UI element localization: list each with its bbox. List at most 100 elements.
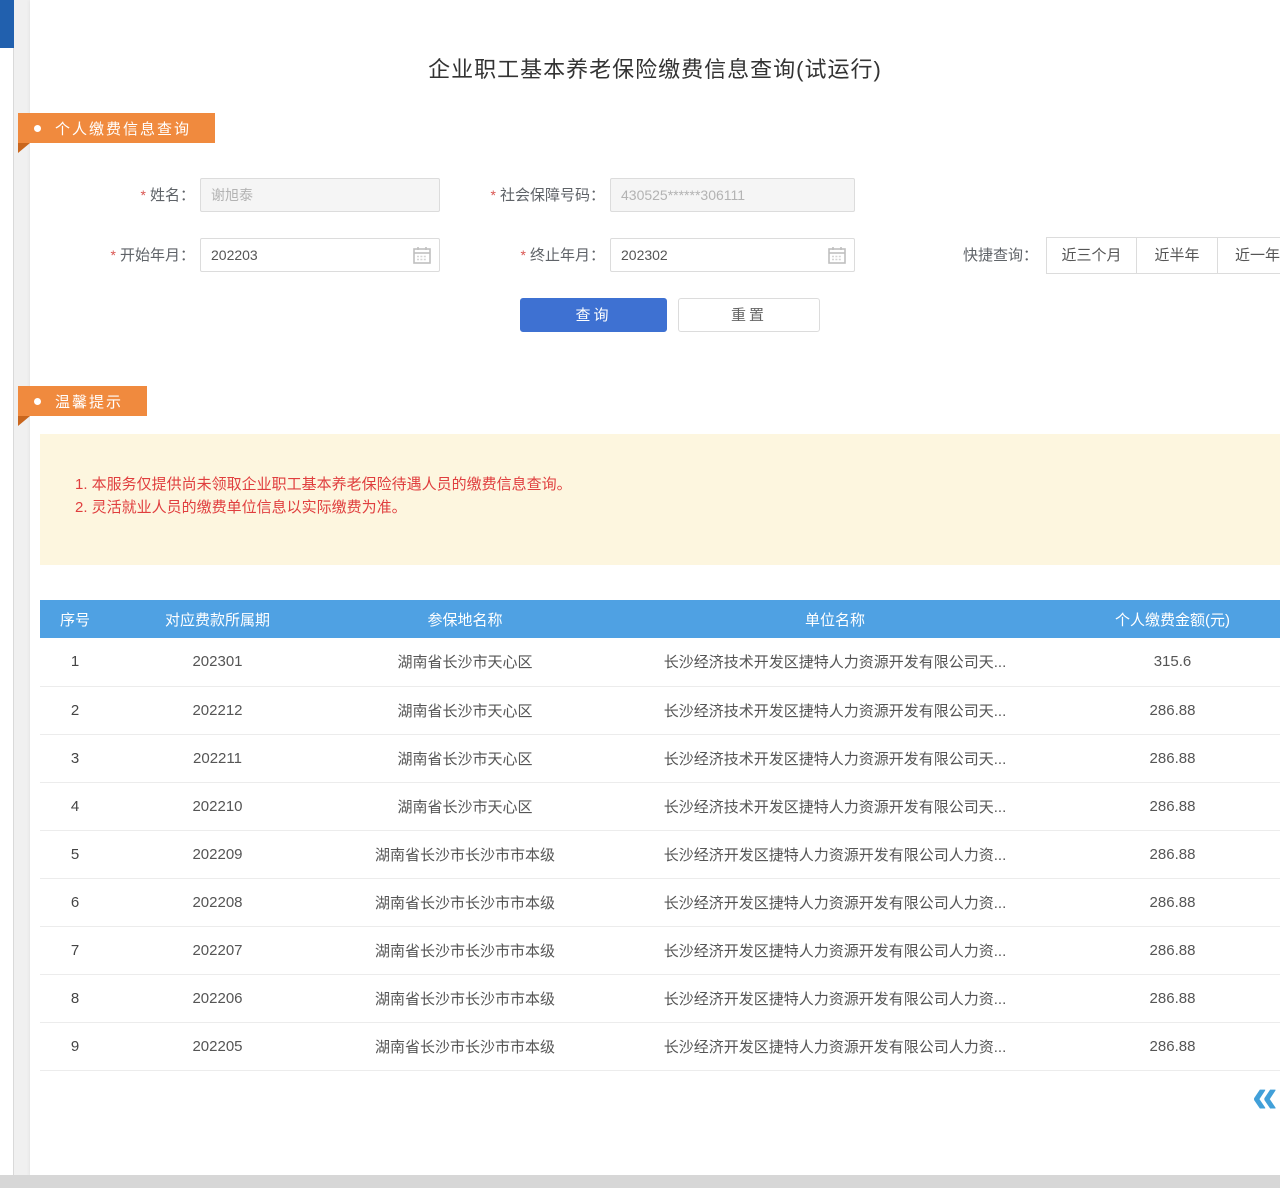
bottom-strip — [0, 1175, 1280, 1188]
header-seq: 序号 — [40, 600, 110, 638]
table-body: 1 202301 湖南省长沙市天心区 长沙经济技术开发区捷特人力资源开发有限公司… — [40, 638, 1280, 1070]
cell-fee-period: 202205 — [110, 1022, 325, 1070]
cell-personal-amount: 315.6 — [1065, 638, 1280, 686]
section-badge-label: 温馨提示 — [55, 391, 123, 412]
cell-personal-amount: 286.88 — [1065, 974, 1280, 1022]
cell-fee-period: 202210 — [110, 782, 325, 830]
table-row: 1 202301 湖南省长沙市天心区 长沙经济技术开发区捷特人力资源开发有限公司… — [40, 638, 1280, 686]
cell-fee-period: 202212 — [110, 686, 325, 734]
end-month-input[interactable] — [610, 238, 855, 272]
cell-personal-amount: 286.88 — [1065, 878, 1280, 926]
required-asterisk: * — [491, 187, 496, 203]
cell-unit-name: 长沙经济开发区捷特人力资源开发有限公司人力资... — [605, 926, 1065, 974]
name-input[interactable] — [200, 178, 440, 212]
cell-insured-place: 湖南省长沙市长沙市市本级 — [325, 926, 605, 974]
page: 企业职工基本养老保险缴费信息查询(试运行) 个人缴费信息查询 *姓名： *社会保… — [0, 0, 1280, 1188]
cell-unit-name: 长沙经济开发区捷特人力资源开发有限公司人力资... — [605, 1022, 1065, 1070]
cell-fee-period: 202209 — [110, 830, 325, 878]
start-month-label: *开始年月： — [90, 238, 195, 272]
main-panel: 企业职工基本养老保险缴费信息查询(试运行) 个人缴费信息查询 *姓名： *社会保… — [30, 0, 1280, 1176]
cell-insured-place: 湖南省长沙市天心区 — [325, 638, 605, 686]
reset-button[interactable]: 重置 — [678, 298, 820, 332]
start-month-field — [200, 238, 440, 272]
cell-unit-name: 长沙经济开发区捷特人力资源开发有限公司人力资... — [605, 830, 1065, 878]
table-row: 7 202207 湖南省长沙市长沙市市本级 长沙经济开发区捷特人力资源开发有限公… — [40, 926, 1280, 974]
cell-insured-place: 湖南省长沙市长沙市市本级 — [325, 878, 605, 926]
header-personal-amount: 个人缴费金额(元) — [1065, 600, 1280, 638]
cell-fee-period: 202207 — [110, 926, 325, 974]
notice-line-1: 1. 本服务仅提供尚未领取企业职工基本养老保险待遇人员的缴费信息查询。 — [75, 473, 1280, 496]
cell-fee-period: 202301 — [110, 638, 325, 686]
cell-personal-amount: 286.88 — [1065, 1022, 1280, 1070]
cell-fee-period: 202211 — [110, 734, 325, 782]
cell-seq: 5 — [40, 830, 110, 878]
cell-insured-place: 湖南省长沙市天心区 — [325, 734, 605, 782]
end-month-label: *终止年月： — [500, 238, 605, 272]
header-fee-period: 对应费款所属期 — [110, 600, 325, 638]
cell-personal-amount: 286.88 — [1065, 782, 1280, 830]
section-badge-label: 个人缴费信息查询 — [55, 118, 191, 139]
cell-insured-place: 湖南省长沙市天心区 — [325, 782, 605, 830]
cell-insured-place: 湖南省长沙市长沙市市本级 — [325, 974, 605, 1022]
required-asterisk: * — [141, 187, 146, 203]
table-row: 6 202208 湖南省长沙市长沙市市本级 长沙经济开发区捷特人力资源开发有限公… — [40, 878, 1280, 926]
collapse-chevron-icon[interactable]: « — [1252, 1071, 1278, 1119]
cell-seq: 6 — [40, 878, 110, 926]
badge-fold-decoration — [18, 416, 30, 426]
section-badge-personal-query: 个人缴费信息查询 — [18, 113, 215, 143]
quick-query-label: 快捷查询： — [930, 238, 1038, 274]
cell-insured-place: 湖南省长沙市天心区 — [325, 686, 605, 734]
left-sidebar — [0, 0, 14, 1182]
ssn-input[interactable] — [610, 178, 855, 212]
start-month-input[interactable] — [200, 238, 440, 272]
required-asterisk: * — [521, 247, 526, 263]
table-row: 4 202210 湖南省长沙市天心区 长沙经济技术开发区捷特人力资源开发有限公司… — [40, 782, 1280, 830]
cell-seq: 2 — [40, 686, 110, 734]
end-month-field — [610, 238, 855, 272]
sidebar-blue-block — [0, 0, 14, 48]
required-asterisk: * — [111, 247, 116, 263]
cell-unit-name: 长沙经济技术开发区捷特人力资源开发有限公司天... — [605, 734, 1065, 782]
table-row: 2 202212 湖南省长沙市天心区 长沙经济技术开发区捷特人力资源开发有限公司… — [40, 686, 1280, 734]
cell-personal-amount: 286.88 — [1065, 734, 1280, 782]
cell-insured-place: 湖南省长沙市长沙市市本级 — [325, 830, 605, 878]
quick-option-last-6-months[interactable]: 近半年 — [1136, 237, 1218, 274]
quick-option-last-year[interactable]: 近一年 — [1217, 237, 1280, 274]
bullet-icon — [34, 125, 41, 132]
badge-fold-decoration — [18, 143, 30, 153]
query-button[interactable]: 查询 — [520, 298, 667, 332]
cell-unit-name: 长沙经济技术开发区捷特人力资源开发有限公司天... — [605, 686, 1065, 734]
table-row: 8 202206 湖南省长沙市长沙市市本级 长沙经济开发区捷特人力资源开发有限公… — [40, 974, 1280, 1022]
cell-fee-period: 202206 — [110, 974, 325, 1022]
table-row: 3 202211 湖南省长沙市天心区 长沙经济技术开发区捷特人力资源开发有限公司… — [40, 734, 1280, 782]
cell-unit-name: 长沙经济技术开发区捷特人力资源开发有限公司天... — [605, 782, 1065, 830]
cell-personal-amount: 286.88 — [1065, 830, 1280, 878]
cell-unit-name: 长沙经济开发区捷特人力资源开发有限公司人力资... — [605, 974, 1065, 1022]
name-label: *姓名： — [90, 178, 195, 212]
cell-seq: 3 — [40, 734, 110, 782]
payment-records-table: 序号 对应费款所属期 参保地名称 单位名称 个人缴费金额(元) 1 202301… — [40, 600, 1280, 1071]
cell-seq: 8 — [40, 974, 110, 1022]
tips-notice-box: 1. 本服务仅提供尚未领取企业职工基本养老保险待遇人员的缴费信息查询。 2. 灵… — [40, 434, 1280, 565]
cell-fee-period: 202208 — [110, 878, 325, 926]
table-row: 5 202209 湖南省长沙市长沙市市本级 长沙经济开发区捷特人力资源开发有限公… — [40, 830, 1280, 878]
cell-personal-amount: 286.88 — [1065, 926, 1280, 974]
table-header-row: 序号 对应费款所属期 参保地名称 单位名称 个人缴费金额(元) — [40, 600, 1280, 638]
header-insured-place: 参保地名称 — [325, 600, 605, 638]
section-badge-tips: 温馨提示 — [18, 386, 147, 416]
cell-seq: 1 — [40, 638, 110, 686]
cell-seq: 4 — [40, 782, 110, 830]
ssn-label: *社会保障号码： — [460, 178, 605, 212]
cell-unit-name: 长沙经济技术开发区捷特人力资源开发有限公司天... — [605, 638, 1065, 686]
cell-seq: 7 — [40, 926, 110, 974]
cell-personal-amount: 286.88 — [1065, 686, 1280, 734]
page-title: 企业职工基本养老保险缴费信息查询(试运行) — [30, 52, 1280, 84]
quick-option-last-3-months[interactable]: 近三个月 — [1046, 237, 1137, 274]
cell-insured-place: 湖南省长沙市长沙市市本级 — [325, 1022, 605, 1070]
header-unit-name: 单位名称 — [605, 600, 1065, 638]
notice-line-2: 2. 灵活就业人员的缴费单位信息以实际缴费为准。 — [75, 496, 1280, 519]
cell-seq: 9 — [40, 1022, 110, 1070]
table-row: 9 202205 湖南省长沙市长沙市市本级 长沙经济开发区捷特人力资源开发有限公… — [40, 1022, 1280, 1070]
cell-unit-name: 长沙经济开发区捷特人力资源开发有限公司人力资... — [605, 878, 1065, 926]
bullet-icon — [34, 398, 41, 405]
